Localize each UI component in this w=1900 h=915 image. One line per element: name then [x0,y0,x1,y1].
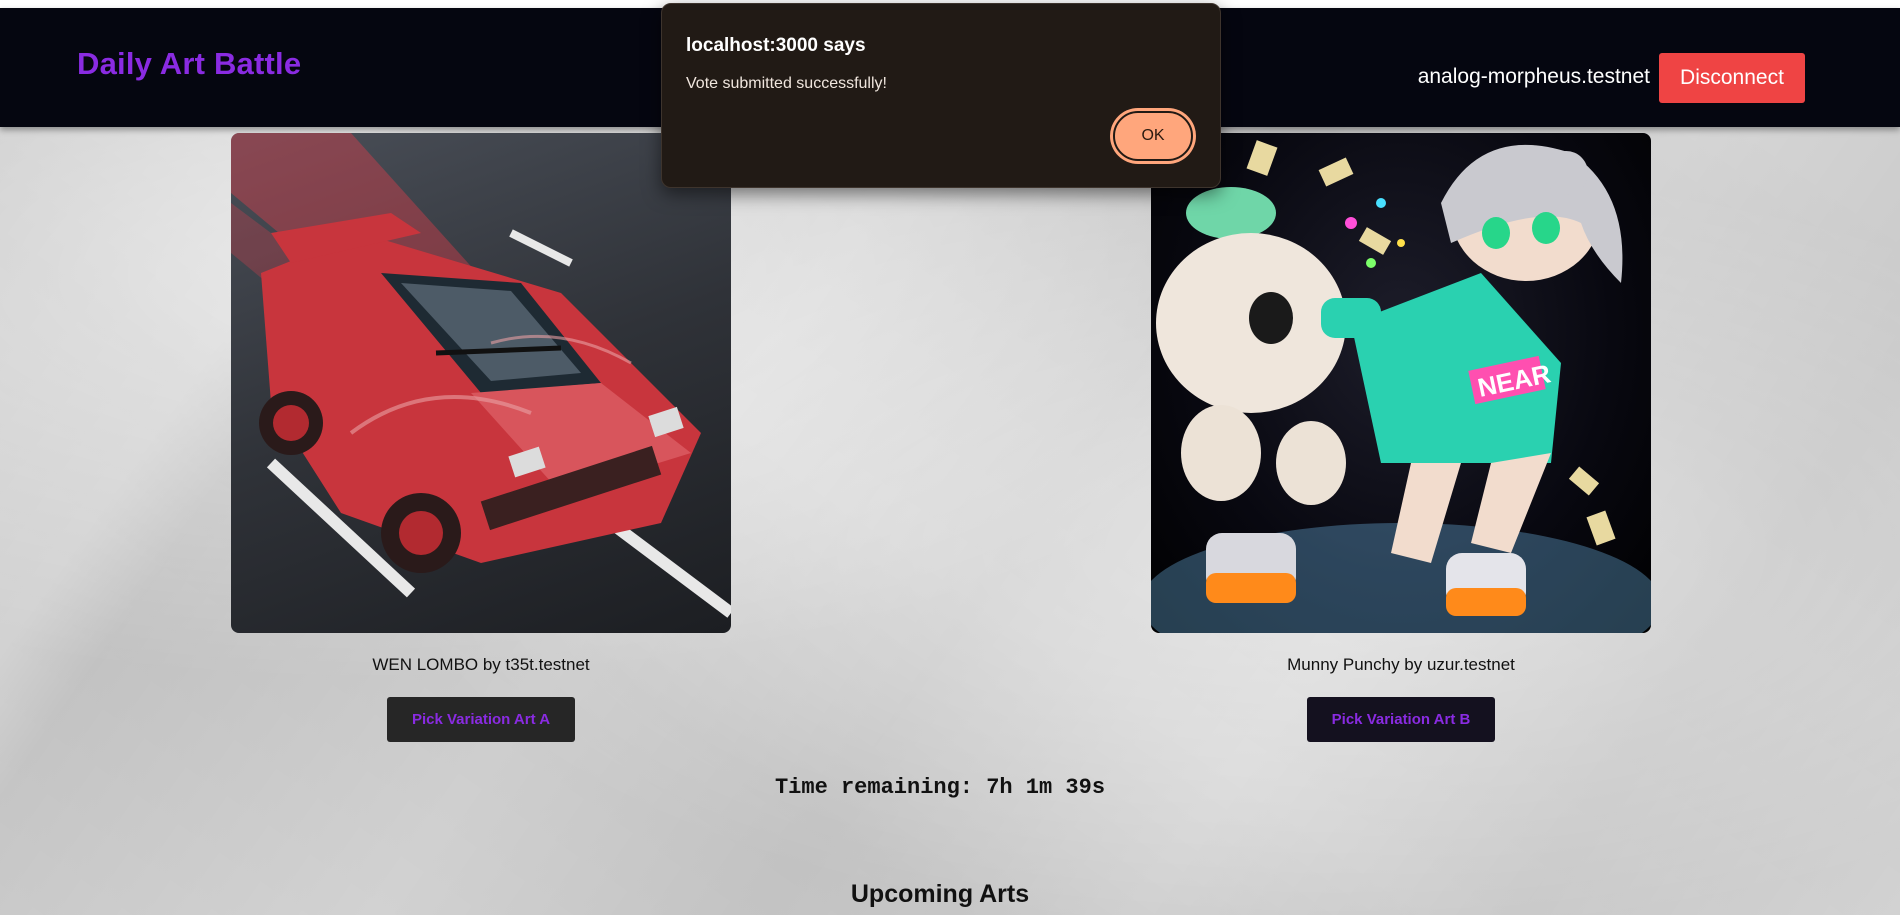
pick-art-a-button[interactable]: Pick Variation Art A [387,697,575,742]
account-id: analog-morpheus.testnet [1417,65,1650,88]
time-remaining: Time remaining: 7h 1m 39s [774,775,1106,800]
art-a-image [231,133,731,633]
alert-message: Vote submitted successfully! [686,75,887,92]
upcoming-arts-heading: Upcoming Arts [850,880,1030,908]
art-b-image: NEAR [1151,133,1651,633]
brand-title[interactable]: Daily Art Battle [77,46,301,82]
alert-dialog: localhost:3000 says Vote submitted succe… [661,3,1221,188]
art-a-caption: WEN LOMBO by t35t.testnet [372,655,590,674]
alert-title: localhost:3000 says [686,35,866,56]
art-b-illustration: NEAR [1151,140,1651,633]
disconnect-button[interactable]: Disconnect [1659,53,1805,103]
pick-art-b-button[interactable]: Pick Variation Art B [1307,697,1495,742]
art-a-illustration [231,133,731,618]
art-b-caption: Munny Punchy by uzur.testnet [1287,655,1515,674]
ok-button[interactable]: OK [1113,111,1193,161]
